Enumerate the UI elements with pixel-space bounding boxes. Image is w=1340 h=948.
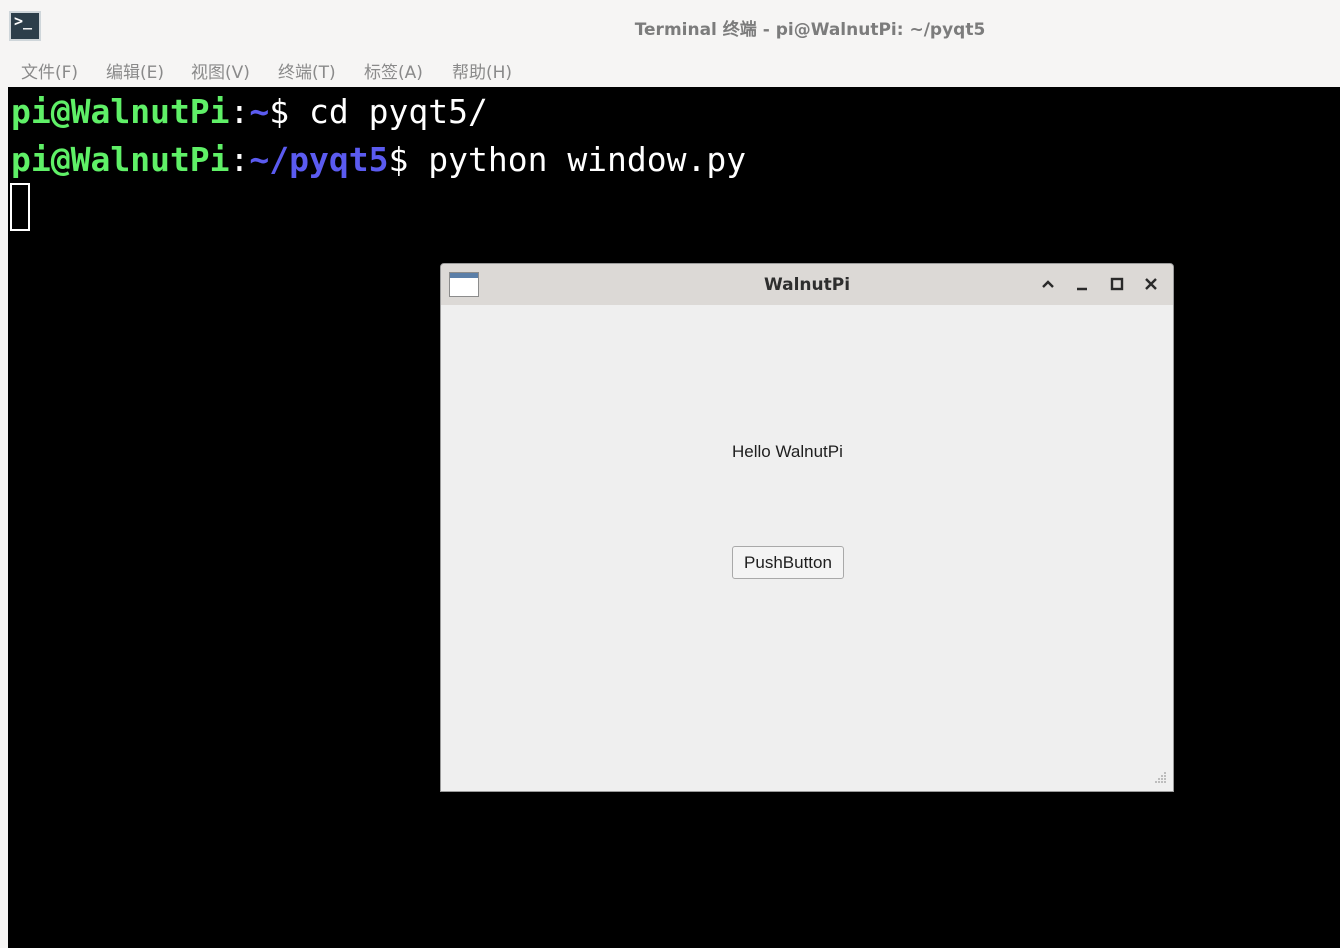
prompt-user-host: pi@WalnutPi: [11, 92, 230, 131]
prompt-colon: :: [229, 92, 250, 131]
menu-terminal[interactable]: 终端(T): [278, 58, 336, 83]
hello-label: Hello WalnutPi: [732, 442, 843, 461]
menu-bar: 文件(F) 编辑(E) 视图(V) 终端(T) 标签(A) 帮助(H): [0, 52, 1340, 87]
terminal-window-title: Terminal 终端 - pi@WalnutPi: ~/pyqt5: [634, 20, 986, 40]
qt-app-window: WalnutPi Hello WalnutPi PushButton: [440, 263, 1174, 792]
terminal-window: >_ Terminal 终端 - pi@WalnutPi: ~/pyqt5 文件…: [0, 0, 1340, 948]
menu-help[interactable]: 帮助(H): [452, 58, 512, 83]
close-icon[interactable]: [1139, 272, 1163, 296]
menu-view[interactable]: 视图(V): [191, 58, 250, 83]
prompt-path: ~/pyqt5: [249, 140, 389, 179]
terminal-cursor: [10, 183, 30, 231]
command-text: cd pyqt5/: [289, 92, 488, 131]
qt-title-bar[interactable]: WalnutPi: [441, 264, 1173, 305]
prompt-symbol: $: [269, 92, 290, 131]
terminal-line: pi@WalnutPi:~$ cd pyqt5/: [11, 92, 488, 132]
command-text: python window.py: [408, 140, 747, 179]
push-button[interactable]: PushButton: [732, 546, 844, 579]
size-grip-icon[interactable]: [1151, 769, 1167, 785]
minimize-icon[interactable]: [1070, 272, 1094, 296]
prompt-user-host: pi@WalnutPi: [11, 140, 230, 179]
prompt-path: ~: [249, 92, 270, 131]
menu-file[interactable]: 文件(F): [21, 58, 78, 83]
chevron-up-icon[interactable]: [1036, 272, 1060, 296]
menu-tabs[interactable]: 标签(A): [364, 58, 423, 83]
prompt-symbol: $: [388, 140, 409, 179]
prompt-colon: :: [229, 140, 250, 179]
maximize-icon[interactable]: [1105, 272, 1129, 296]
menu-edit[interactable]: 编辑(E): [106, 58, 164, 83]
terminal-line: pi@WalnutPi:~/pyqt5$ python window.py: [11, 140, 746, 180]
terminal-title-bar[interactable]: >_ Terminal 终端 - pi@WalnutPi: ~/pyqt5: [0, 0, 1340, 52]
qt-window-title: WalnutPi: [763, 275, 851, 295]
